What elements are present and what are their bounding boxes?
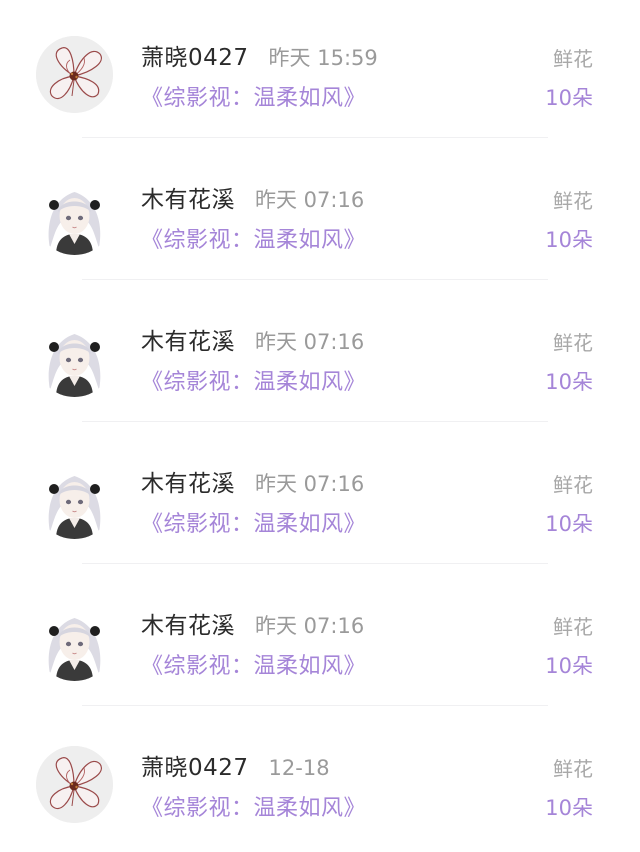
post-time: 昨天 07:16	[255, 472, 365, 496]
anime-girl-avatar-icon	[36, 178, 113, 255]
post-time: 昨天 15:59	[268, 46, 378, 70]
book-title-link[interactable]: 《综影视：温柔如风》	[141, 222, 366, 254]
book-title-link[interactable]: 《综影视：温柔如风》	[141, 648, 366, 680]
book-title-link[interactable]: 《综影视：温柔如风》	[141, 80, 366, 112]
gift-type-label: 鲜花	[553, 615, 593, 639]
gift-record-row[interactable]: 木有花溪 昨天 07:16 《综影视：温柔如风》 鲜花 10朵	[0, 284, 640, 426]
anime-girl-avatar-icon	[36, 320, 113, 397]
gift-count: 10朵	[545, 796, 593, 820]
post-time: 昨天 07:16	[255, 188, 365, 212]
gift-count: 10朵	[545, 228, 593, 252]
user-name[interactable]: 木有花溪	[141, 322, 235, 356]
row-divider	[82, 137, 548, 138]
gift-type-label: 鲜花	[553, 473, 593, 497]
gift-count: 10朵	[545, 86, 593, 110]
gift-type-label: 鲜花	[553, 47, 593, 71]
book-title-link[interactable]: 《综影视：温柔如风》	[141, 506, 366, 538]
gift-count: 10朵	[545, 370, 593, 394]
user-name[interactable]: 木有花溪	[141, 606, 235, 640]
avatar[interactable]	[36, 36, 113, 113]
user-name[interactable]: 萧晓0427	[141, 38, 249, 72]
row-divider	[82, 563, 548, 564]
gift-type-label: 鲜花	[553, 331, 593, 355]
gift-record-row[interactable]: 萧晓0427 昨天 15:59 《综影视：温柔如风》 鲜花 10朵	[0, 0, 640, 142]
row-divider	[82, 705, 548, 706]
flower-avatar-icon	[36, 36, 113, 113]
avatar[interactable]	[36, 320, 113, 397]
gift-record-row[interactable]: 萧晓0427 12-18 《综影视：温柔如风》 鲜花 10朵	[0, 710, 640, 852]
post-time: 12-18	[268, 756, 330, 780]
gift-count: 10朵	[545, 512, 593, 536]
gift-type-label: 鲜花	[553, 757, 593, 781]
gift-record-list: 萧晓0427 昨天 15:59 《综影视：温柔如风》 鲜花 10朵 木有花溪 昨…	[0, 0, 640, 845]
gift-record-row[interactable]: 木有花溪 昨天 07:16 《综影视：温柔如风》 鲜花 10朵	[0, 568, 640, 710]
gift-type-label: 鲜花	[553, 189, 593, 213]
book-title-link[interactable]: 《综影视：温柔如风》	[141, 790, 366, 822]
user-name[interactable]: 木有花溪	[141, 464, 235, 498]
anime-girl-avatar-icon	[36, 462, 113, 539]
row-divider	[82, 421, 548, 422]
avatar[interactable]	[36, 604, 113, 681]
gift-record-row[interactable]: 木有花溪 昨天 07:16 《综影视：温柔如风》 鲜花 10朵	[0, 142, 640, 284]
anime-girl-avatar-icon	[36, 604, 113, 681]
avatar[interactable]	[36, 178, 113, 255]
avatar[interactable]	[36, 746, 113, 823]
flower-avatar-icon	[36, 746, 113, 823]
post-time: 昨天 07:16	[255, 614, 365, 638]
user-name[interactable]: 木有花溪	[141, 180, 235, 214]
user-name[interactable]: 萧晓0427	[141, 748, 249, 782]
avatar[interactable]	[36, 462, 113, 539]
post-time: 昨天 07:16	[255, 330, 365, 354]
row-divider	[82, 279, 548, 280]
gift-count: 10朵	[545, 654, 593, 678]
gift-record-row[interactable]: 木有花溪 昨天 07:16 《综影视：温柔如风》 鲜花 10朵	[0, 426, 640, 568]
book-title-link[interactable]: 《综影视：温柔如风》	[141, 364, 366, 396]
